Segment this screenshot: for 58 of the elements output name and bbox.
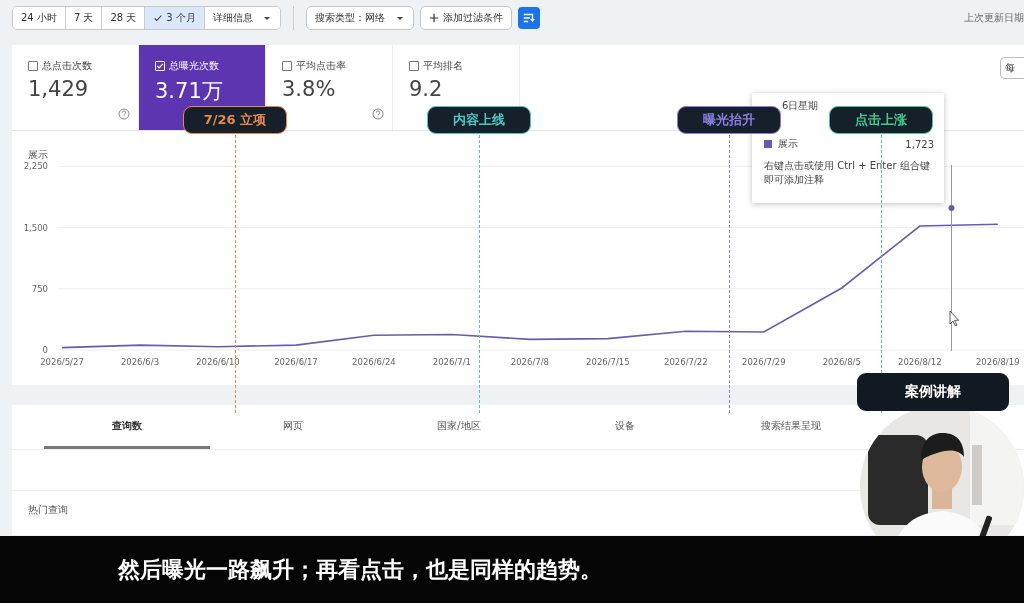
tick-label: 2,250 <box>23 161 48 172</box>
legend-square <box>764 140 772 148</box>
tick-label: 2026/7/8 <box>510 357 549 367</box>
help-icon[interactable] <box>118 108 130 120</box>
tab[interactable]: 查询数 <box>44 405 210 449</box>
tick-label: 2026/5/27 <box>40 357 84 367</box>
export-button[interactable]: 每 <box>1000 57 1024 79</box>
tick-label: 2026/7/15 <box>586 357 630 367</box>
last-updated-text: 上次更新日期 <box>964 11 1024 25</box>
marker-tooltip: 内容上线 <box>427 106 531 134</box>
marker-tooltip: 7/26 立项 <box>183 106 287 134</box>
tick-label: 2026/8/12 <box>898 357 942 367</box>
series-name: 展示 <box>778 137 798 151</box>
plus-icon <box>428 13 439 23</box>
checkbox[interactable] <box>409 61 419 71</box>
subtitle: 然后曝光一路飙升；再看点击，也是同样的趋势。 <box>0 536 1024 603</box>
tab[interactable]: 国家/地区 <box>376 405 542 449</box>
range-tab[interactable]: 24 小时 <box>13 7 66 29</box>
filter-icon <box>521 11 536 25</box>
presenter-badge: 案例讲解 <box>857 373 1009 411</box>
tab[interactable]: 网页 <box>210 405 376 449</box>
tick-label: 2026/7/22 <box>664 357 708 367</box>
checkbox[interactable] <box>282 61 292 71</box>
tick-label: 0 <box>42 345 48 355</box>
add-filter-button[interactable]: 添加过滤条件 <box>419 6 512 30</box>
metric-value: 3.71万 <box>155 78 224 105</box>
marker-tooltip: 点击上涨 <box>829 106 933 134</box>
metric-value: 9.2 <box>409 77 444 101</box>
tab[interactable]: 设备 <box>542 405 708 449</box>
axis-label: 展示 <box>28 149 48 160</box>
metric-value: 1,429 <box>28 77 90 101</box>
tick-label: 2026/6/3 <box>120 357 160 367</box>
check-icon <box>153 13 164 23</box>
metric-label: 总曝光次数 <box>169 59 219 73</box>
checkbox[interactable] <box>28 61 38 71</box>
metric-label: 总点击次数 <box>42 59 92 73</box>
filter-button[interactable] <box>517 7 540 29</box>
metric-label: 平均排名 <box>423 59 463 73</box>
help-icon[interactable] <box>372 108 384 120</box>
tooltip-date: 6日星期 <box>782 99 820 113</box>
metric-value: 3.8% <box>282 77 337 101</box>
range-tab[interactable]: 3 个月 <box>145 7 205 29</box>
tick-label: 1,500 <box>23 222 48 233</box>
tick-label: 750 <box>31 283 48 294</box>
tick-label: 2026/8/19 <box>975 357 1020 367</box>
tick-label: 2026/6/10 <box>196 357 240 367</box>
tick-label: 2026/6/24 <box>352 357 396 367</box>
cursor-icon <box>949 310 959 326</box>
metric-label: 平均点击率 <box>296 59 346 73</box>
search-type-dropdown[interactable]: 搜索类型：网络 <box>305 6 414 30</box>
tooltip-hint: 右键点击或使用 Ctrl + Enter 组合键即可添加注释 <box>764 159 931 187</box>
table-heading: 热门查询 <box>27 503 69 517</box>
series-value: 1,723 <box>905 138 934 150</box>
tick-label: 2026/7/29 <box>742 357 786 367</box>
tick-label: 2026/7/1 <box>432 357 471 367</box>
tick-label: 2026/6/17 <box>274 357 318 367</box>
tick-label: 2026/8/5 <box>822 357 861 367</box>
marker-tooltip: 曝光抬升 <box>677 106 781 134</box>
